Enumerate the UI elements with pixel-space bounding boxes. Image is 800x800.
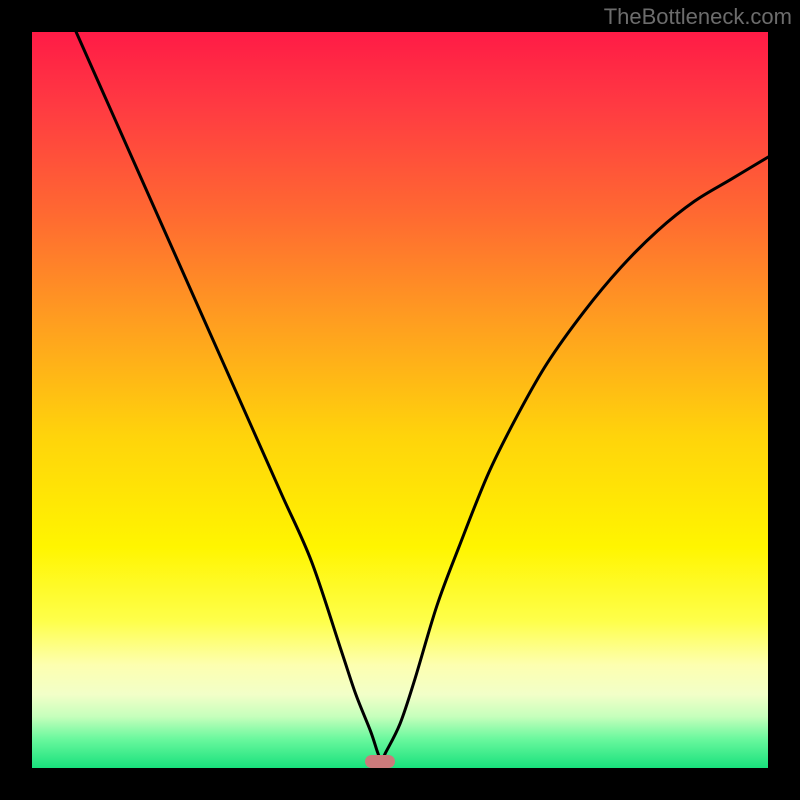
plot-frame xyxy=(32,32,768,768)
minimum-marker xyxy=(365,755,394,768)
plot-gradient-bg xyxy=(32,32,768,768)
watermark-text: TheBottleneck.com xyxy=(604,4,792,30)
